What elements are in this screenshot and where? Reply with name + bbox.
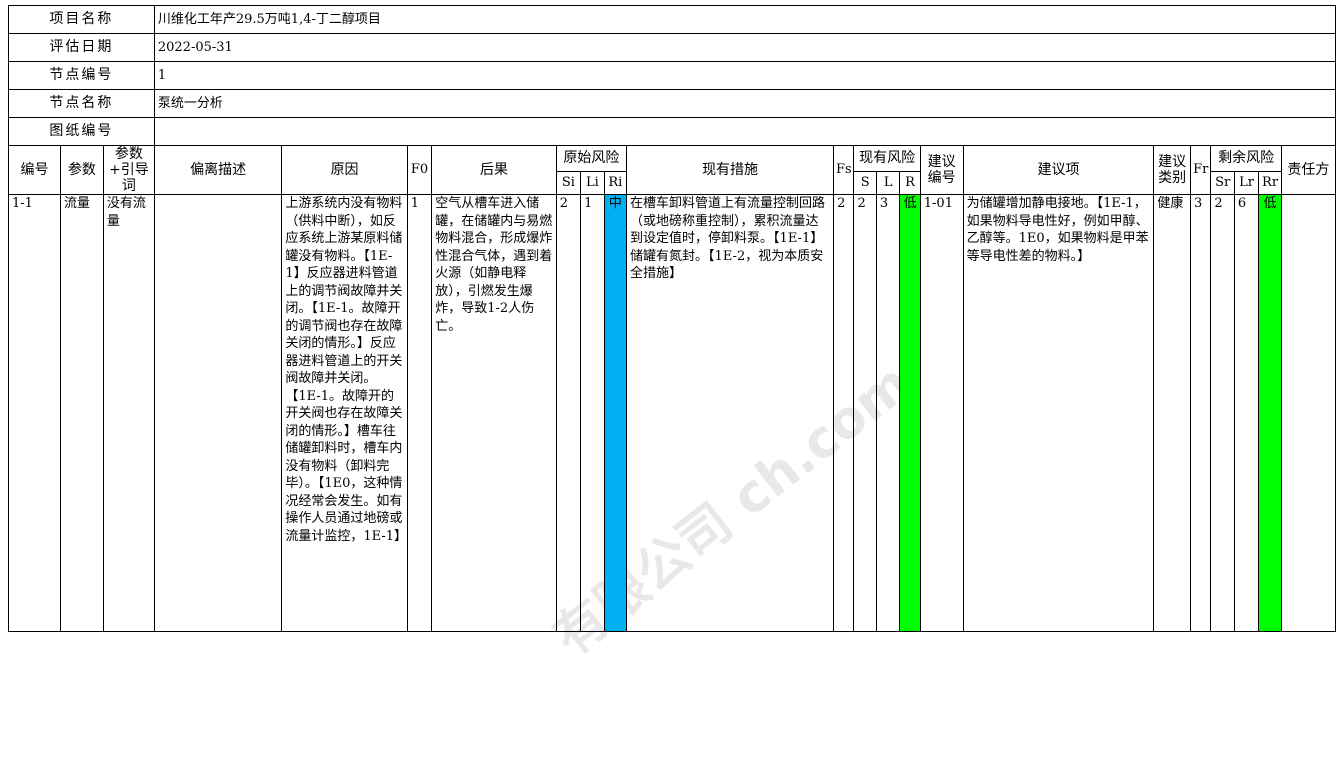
node-name-label: 节点名称 xyxy=(8,89,155,118)
cell-recommendation: 为储罐增加静电接地。【1E-1，如果物料导电性好，例如甲醇、乙醇等。1E0，如果… xyxy=(962,194,1155,632)
cell-rec-type: 健康 xyxy=(1153,194,1192,632)
col-sr: Sr xyxy=(1210,170,1235,196)
col-rec-no: 建议编号 xyxy=(919,145,964,195)
cell-owner xyxy=(1280,194,1337,632)
col-fr: Fr xyxy=(1190,145,1212,195)
info-row-project-name: 项目名称 川维化工年产29.5万吨1,4-丁二醇项目 xyxy=(8,5,1337,34)
cell-f0: 1 xyxy=(406,194,433,632)
node-no-value: 1 xyxy=(153,61,1337,90)
project-name-label: 项目名称 xyxy=(8,5,155,34)
cell-lr: 6 xyxy=(1233,194,1260,632)
col-r: R xyxy=(899,170,921,196)
project-name-value: 川维化工年产29.5万吨1,4-丁二醇项目 xyxy=(153,5,1337,34)
header-row-1: 编号 参数 参数+引导词 偏离描述 原因 F0 后果 原始风险 现有措施 Fs … xyxy=(7,145,1337,195)
col-id: 编号 xyxy=(7,145,62,195)
cell-existing-measures: 在槽车卸料管道上有流量控制回路（或地磅称重控制），累积流量达到设定值时，停卸料泵… xyxy=(626,194,835,632)
cell-sr: 2 xyxy=(1210,194,1235,632)
cell-param: 流量 xyxy=(60,194,104,632)
drawing-no-value xyxy=(153,117,1337,146)
cell-rec-no: 1-01 xyxy=(919,194,964,632)
col-li: Li xyxy=(580,170,605,196)
cell-s: 2 xyxy=(853,194,877,632)
cell-fr: 3 xyxy=(1190,194,1212,632)
col-deviation: 偏离描述 xyxy=(153,145,283,195)
cell-li: 1 xyxy=(580,194,605,632)
col-f0: F0 xyxy=(406,145,433,195)
hazop-worksheet: 项目名称 川维化工年产29.5万吨1,4-丁二醇项目 评估日期 2022-05-… xyxy=(7,5,1337,632)
col-param: 参数 xyxy=(60,145,104,195)
info-row-node-name: 节点名称 泵统一分析 xyxy=(8,89,1337,118)
cell-id: 1-1 xyxy=(7,194,62,632)
cell-fs: 2 xyxy=(833,194,855,632)
col-ri: Ri xyxy=(603,170,628,196)
date-value: 2022-05-31 xyxy=(153,33,1337,62)
cell-ri: 中 xyxy=(603,194,628,632)
cell-l: 3 xyxy=(875,194,901,632)
col-owner: 责任方 xyxy=(1280,145,1337,195)
drawing-no-label: 图纸编号 xyxy=(8,117,155,146)
col-fs: Fs xyxy=(833,145,855,195)
col-existing-risk: 现有风险 xyxy=(853,145,921,172)
cell-si: 2 xyxy=(555,194,582,632)
col-residual-risk: 剩余风险 xyxy=(1210,145,1282,172)
cell-guideword: 没有流量 xyxy=(102,194,155,632)
info-row-node-no: 节点编号 1 xyxy=(8,61,1337,90)
col-si: Si xyxy=(555,170,582,196)
col-s: S xyxy=(853,170,877,196)
info-row-date: 评估日期 2022-05-31 xyxy=(8,33,1337,62)
date-label: 评估日期 xyxy=(8,33,155,62)
col-l: L xyxy=(875,170,901,196)
col-lr: Lr xyxy=(1233,170,1260,196)
table-row: 1-1 流量 没有流量 上游系统内没有物料（供料中断），如反应系统上游某原料储罐… xyxy=(7,194,1337,632)
cell-rr: 低 xyxy=(1258,194,1282,632)
col-rec-type: 建议类别 xyxy=(1153,145,1192,195)
col-recommendation: 建议项 xyxy=(962,145,1155,195)
col-existing-measures: 现有措施 xyxy=(626,145,835,195)
cell-consequence: 空气从槽车进入储罐，在储罐内与易燃物料混合，形成爆炸性混合气体，遇到着火源（如静… xyxy=(431,194,557,632)
cell-r: 低 xyxy=(899,194,921,632)
col-original-risk: 原始风险 xyxy=(555,145,628,172)
cell-cause: 上游系统内没有物料（供料中断），如反应系统上游某原料储罐没有物料。【1E-1】反… xyxy=(281,194,408,632)
node-name-value: 泵统一分析 xyxy=(153,89,1337,118)
cell-deviation xyxy=(153,194,283,632)
col-rr: Rr xyxy=(1258,170,1282,196)
col-guideword: 参数+引导词 xyxy=(102,145,155,195)
col-consequence: 后果 xyxy=(431,145,557,195)
node-no-label: 节点编号 xyxy=(8,61,155,90)
info-row-drawing-no: 图纸编号 xyxy=(8,117,1337,146)
col-cause: 原因 xyxy=(281,145,408,195)
